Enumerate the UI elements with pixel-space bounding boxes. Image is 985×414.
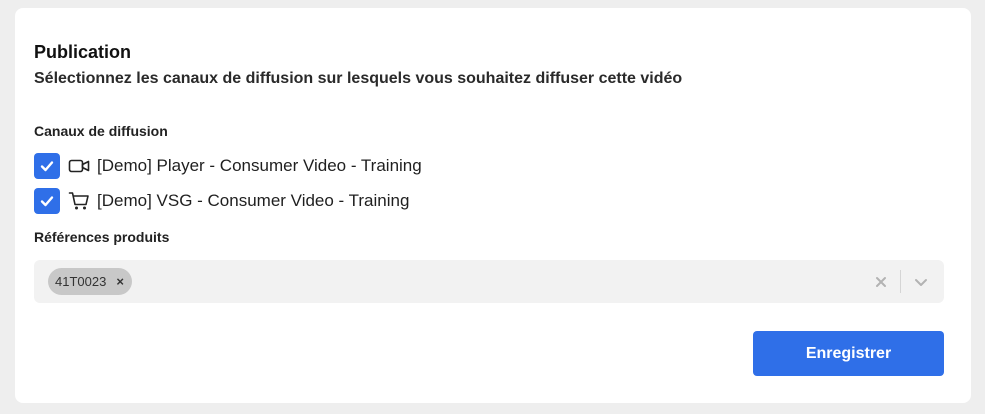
save-button[interactable]: Enregistrer bbox=[753, 331, 944, 376]
remove-tag-button[interactable]: × bbox=[116, 275, 124, 288]
checkmark-icon bbox=[40, 196, 54, 207]
channel-item-player[interactable]: [Demo] Player - Consumer Video - Trainin… bbox=[34, 153, 422, 179]
chevron-down-icon[interactable] bbox=[912, 273, 930, 291]
product-refs-label: Références produits bbox=[34, 229, 170, 245]
select-divider bbox=[900, 270, 901, 293]
video-camera-icon bbox=[68, 155, 90, 177]
page-title: Publication bbox=[34, 42, 132, 62]
publication-card: Publication Sélectionnez les canaux de d… bbox=[15, 8, 971, 403]
channel-checkbox-player[interactable] bbox=[34, 153, 60, 179]
shopping-cart-icon bbox=[68, 190, 90, 212]
channel-checkbox-vsg[interactable] bbox=[34, 188, 60, 214]
clear-icon[interactable] bbox=[873, 274, 889, 290]
channels-section-label: Canaux de diffusion bbox=[34, 123, 168, 139]
product-refs-select[interactable]: 41T0023 × bbox=[34, 260, 944, 303]
channel-item-vsg[interactable]: [Demo] VSG - Consumer Video - Training bbox=[34, 188, 409, 214]
checkmark-icon bbox=[40, 161, 54, 172]
product-ref-tag: 41T0023 × bbox=[48, 268, 132, 295]
channel-label-vsg: [Demo] VSG - Consumer Video - Training bbox=[97, 191, 410, 210]
product-ref-tag-label: 41T0023 bbox=[55, 274, 107, 289]
page-subtitle: Sélectionnez les canaux de diffusion sur… bbox=[34, 70, 683, 87]
channel-label-player: [Demo] Player - Consumer Video - Trainin… bbox=[97, 156, 422, 175]
